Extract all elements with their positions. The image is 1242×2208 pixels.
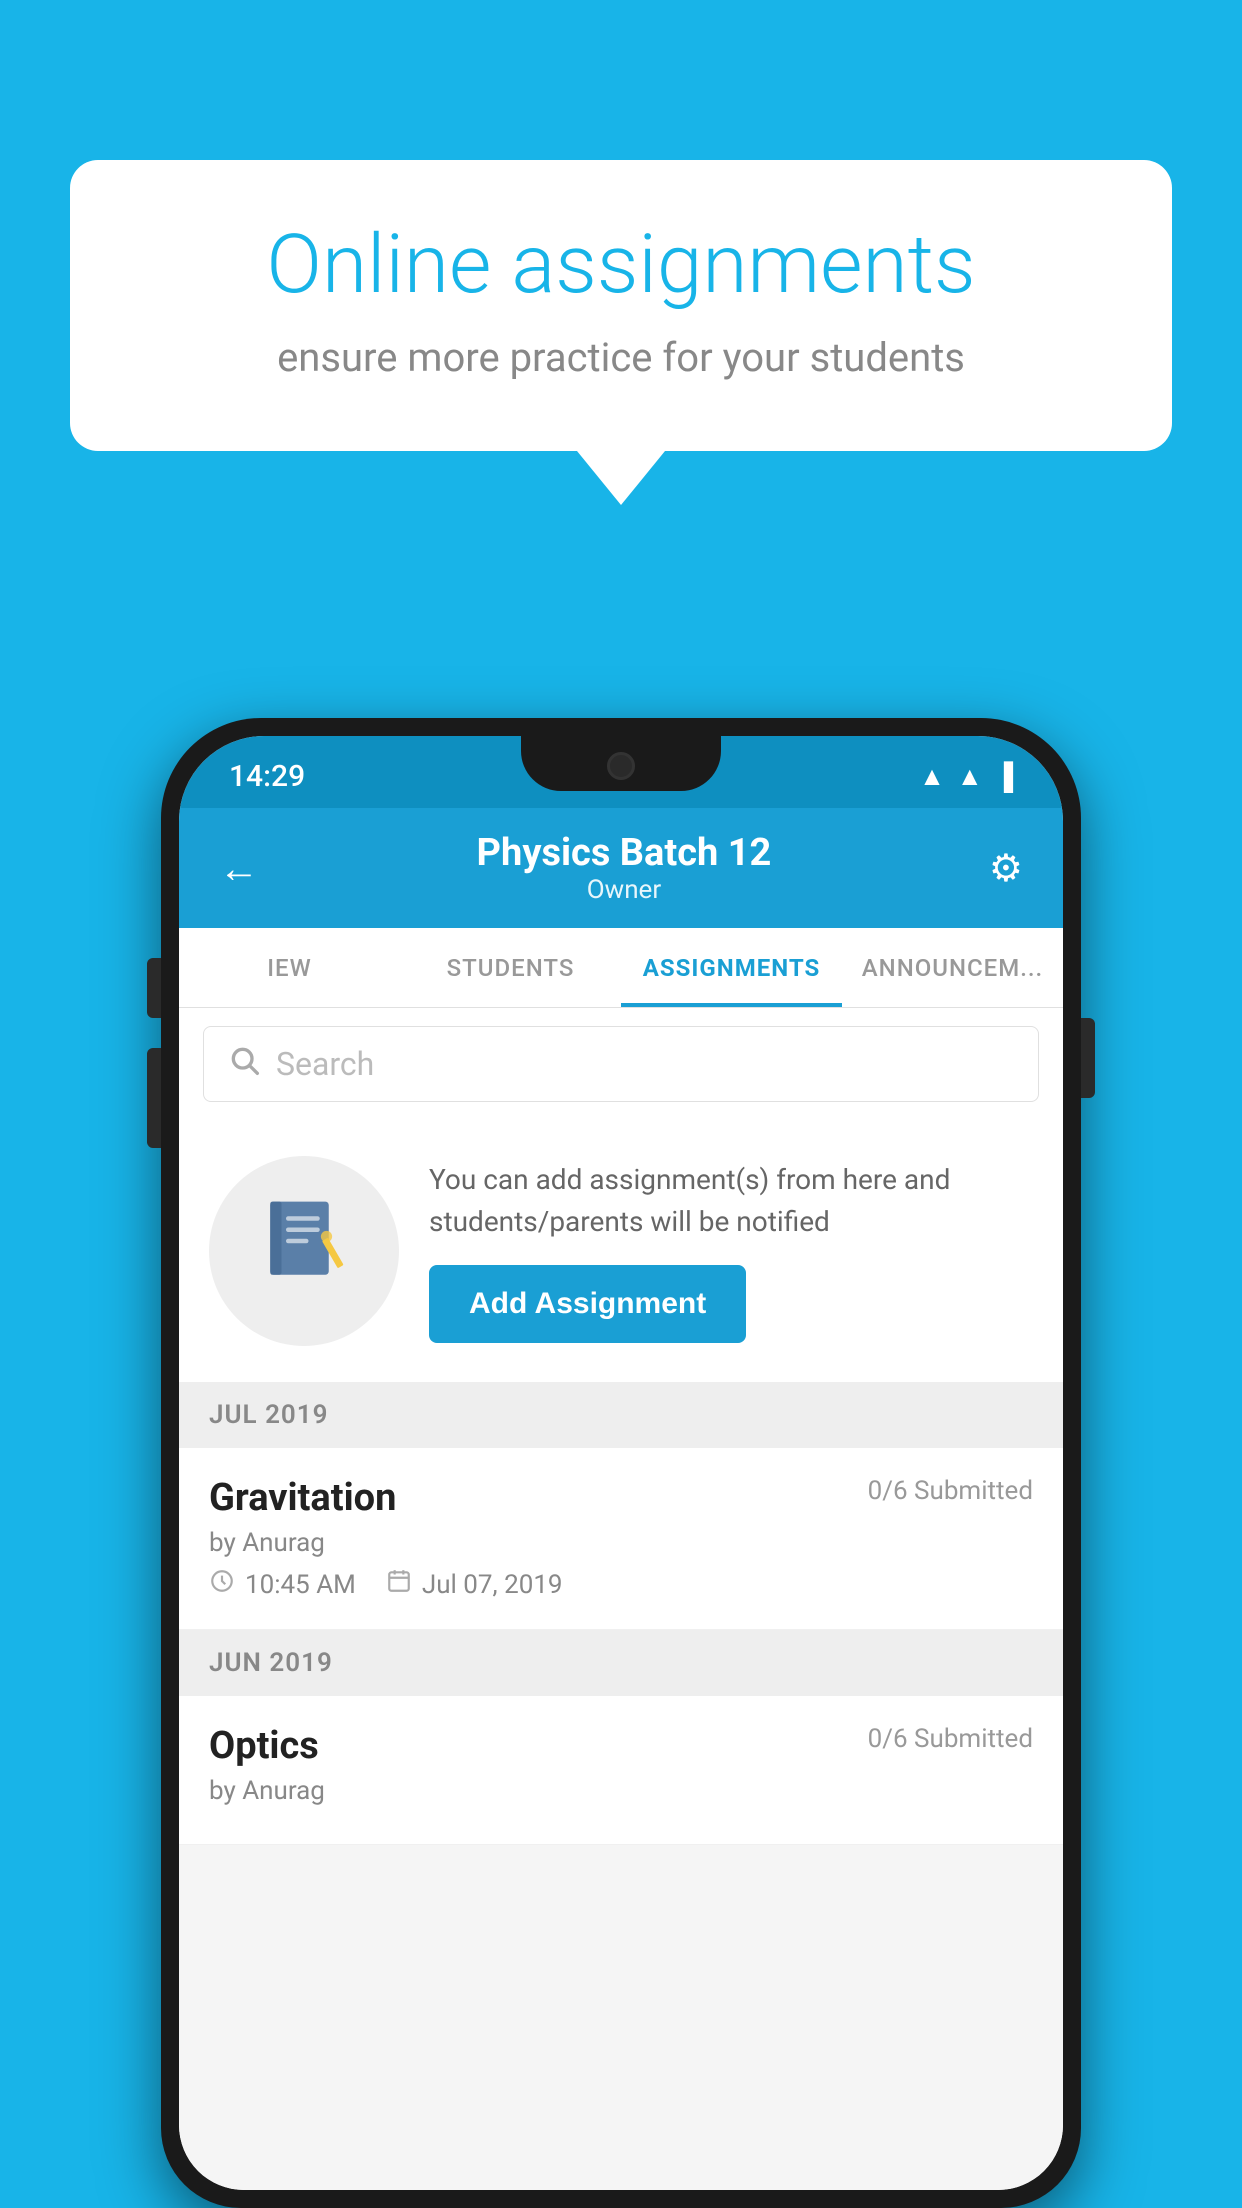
- battery-icon: ▐: [995, 761, 1013, 792]
- assignment-meta-gravitation: 10:45 AM: [209, 1568, 1033, 1601]
- phone-content: 14:29 ▲ ▲ ▐ ← Physics Batch 12 Owner ⚙: [179, 736, 1063, 2190]
- tab-students[interactable]: STUDENTS: [400, 928, 621, 1007]
- promo-right: You can add assignment(s) from here and …: [429, 1159, 1033, 1343]
- phone-side-button-left-2: [147, 1048, 161, 1148]
- meta-time: 10:45 AM: [209, 1568, 356, 1601]
- settings-button[interactable]: ⚙: [989, 846, 1023, 891]
- speech-bubble-title: Online assignments: [140, 220, 1102, 310]
- assignment-date-gravitation: Jul 07, 2019: [422, 1570, 563, 1600]
- calendar-icon: [386, 1568, 412, 1601]
- assignment-item-optics[interactable]: Optics 0/6 Submitted by Anurag: [179, 1696, 1063, 1845]
- phone-notch: [521, 736, 721, 791]
- speech-bubble-tail: [577, 451, 665, 505]
- phone-outer: 14:29 ▲ ▲ ▐ ← Physics Batch 12 Owner ⚙: [161, 718, 1081, 2208]
- assignment-submitted-gravitation: 0/6 Submitted: [868, 1476, 1033, 1506]
- status-time: 14:29: [229, 759, 305, 794]
- promo-icon-circle: [209, 1156, 399, 1346]
- phone-screen: 14:29 ▲ ▲ ▐ ← Physics Batch 12 Owner ⚙: [179, 736, 1063, 2190]
- search-bar[interactable]: Search: [203, 1026, 1039, 1102]
- tab-assignments[interactable]: ASSIGNMENTS: [621, 928, 842, 1007]
- app-header: ← Physics Batch 12 Owner ⚙: [179, 808, 1063, 928]
- assignment-time-gravitation: 10:45 AM: [245, 1570, 356, 1600]
- header-title: Physics Batch 12: [477, 831, 772, 875]
- wifi-icon: ▲: [919, 761, 945, 792]
- section-header-jun: JUN 2019: [179, 1630, 1063, 1696]
- scrollable-content: Search: [179, 1008, 1063, 2190]
- add-assignment-button[interactable]: Add Assignment: [429, 1265, 746, 1343]
- section-header-jul: JUL 2019: [179, 1382, 1063, 1448]
- assignment-author-gravitation: by Anurag: [209, 1528, 1033, 1558]
- tab-iew[interactable]: IEW: [179, 928, 400, 1007]
- promo-text: You can add assignment(s) from here and …: [429, 1159, 1033, 1243]
- phone-side-button-right: [1081, 1018, 1095, 1098]
- search-placeholder-text: Search: [276, 1045, 374, 1083]
- speech-bubble: Online assignments ensure more practice …: [70, 160, 1172, 451]
- assignment-title-optics: Optics: [209, 1724, 319, 1768]
- tab-announcements[interactable]: ANNOUNCEM...: [842, 928, 1063, 1007]
- notebook-icon: [259, 1196, 349, 1306]
- header-center: Physics Batch 12 Owner: [477, 831, 772, 905]
- assignment-title-gravitation: Gravitation: [209, 1476, 396, 1520]
- speech-bubble-container: Online assignments ensure more practice …: [70, 160, 1172, 505]
- meta-date: Jul 07, 2019: [386, 1568, 563, 1601]
- search-icon: [228, 1044, 260, 1084]
- search-container: Search: [179, 1008, 1063, 1120]
- assignment-author-optics: by Anurag: [209, 1776, 1033, 1806]
- phone-side-button-left-1: [147, 958, 161, 1018]
- assignment-item-optics-top: Optics 0/6 Submitted: [209, 1724, 1033, 1768]
- clock-icon: [209, 1568, 235, 1601]
- phone-mockup: 14:29 ▲ ▲ ▐ ← Physics Batch 12 Owner ⚙: [161, 718, 1081, 2208]
- promo-card: You can add assignment(s) from here and …: [179, 1120, 1063, 1382]
- assignment-item-gravitation[interactable]: Gravitation 0/6 Submitted by Anurag: [179, 1448, 1063, 1630]
- header-subtitle: Owner: [477, 875, 772, 905]
- signal-icon: ▲: [957, 761, 983, 792]
- back-button[interactable]: ←: [219, 845, 259, 892]
- status-icons: ▲ ▲ ▐: [919, 761, 1013, 792]
- speech-bubble-subtitle: ensure more practice for your students: [140, 334, 1102, 381]
- tabs-container: IEW STUDENTS ASSIGNMENTS ANNOUNCEM...: [179, 928, 1063, 1008]
- assignment-item-top: Gravitation 0/6 Submitted: [209, 1476, 1033, 1520]
- phone-camera: [607, 752, 635, 780]
- assignment-submitted-optics: 0/6 Submitted: [868, 1724, 1033, 1754]
